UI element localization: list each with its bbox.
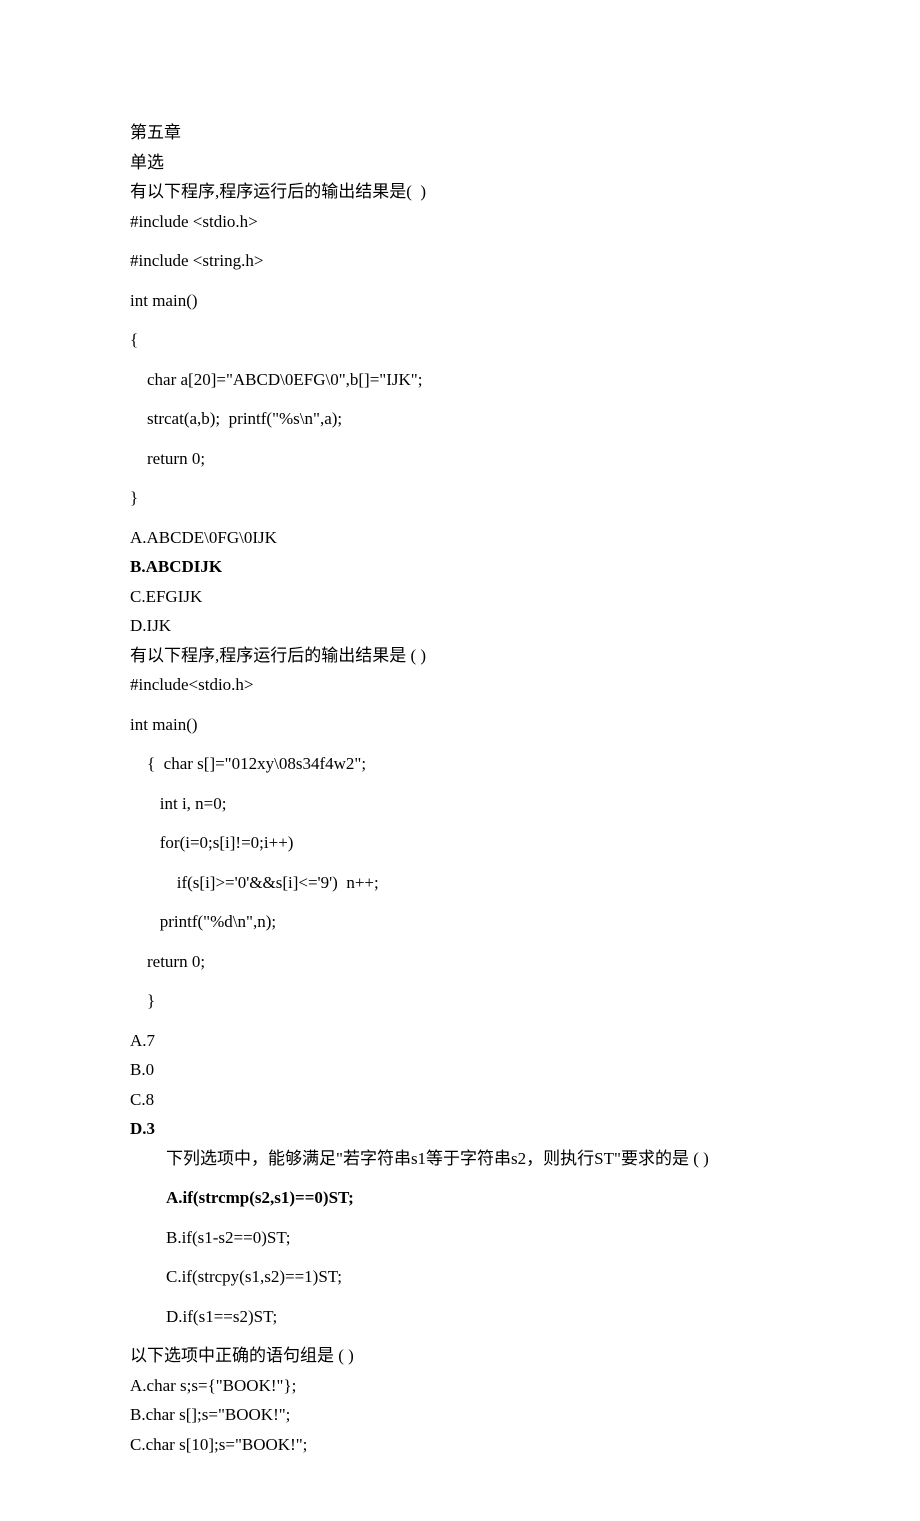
- q1-option-c: C.EFGIJK: [130, 584, 790, 610]
- q1-prompt-block: 有以下程序,程序运行后的输出结果是( ): [130, 179, 790, 205]
- code-line: }: [130, 485, 790, 511]
- code-line: #include<stdio.h>: [130, 672, 790, 698]
- header-block: 第五章 单选: [130, 120, 790, 175]
- code-line: #include <stdio.h>: [130, 209, 790, 235]
- code-line: for(i=0;s[i]!=0;i++): [130, 830, 790, 856]
- code-line: return 0;: [130, 949, 790, 975]
- q2-code-block: #include<stdio.h> int main() { char s[]=…: [130, 672, 790, 1014]
- q4-prompt: 以下选项中正确的语句组是 ( ): [130, 1343, 790, 1369]
- code-line: if(s[i]>='0'&&s[i]<='9') n++;: [130, 870, 790, 896]
- q3-option-c: C.if(strcpy(s1,s2)==1)ST;: [130, 1264, 790, 1290]
- q2-options: A.7 B.0 C.8 D.3: [130, 1028, 790, 1142]
- q1-code-block: #include <stdio.h> #include <string.h> i…: [130, 209, 790, 511]
- document-page: 第五章 单选 有以下程序,程序运行后的输出结果是( ) #include <st…: [0, 0, 920, 1521]
- q2-option-a: A.7: [130, 1028, 790, 1054]
- q3-option-d: D.if(s1==s2)ST;: [130, 1304, 790, 1330]
- q2-option-b: B.0: [130, 1057, 790, 1083]
- code-line: printf("%d\n",n);: [130, 909, 790, 935]
- code-line: char a[20]="ABCD\0EFG\0",b[]="IJK";: [130, 367, 790, 393]
- q4-option-a: A.char s;s={"BOOK!"};: [130, 1373, 790, 1399]
- q3-option-b: B.if(s1-s2==0)ST;: [130, 1225, 790, 1251]
- q1-option-a: A.ABCDE\0FG\0IJK: [130, 525, 790, 551]
- code-line: int main(): [130, 288, 790, 314]
- q2-option-c: C.8: [130, 1087, 790, 1113]
- q1-options: A.ABCDE\0FG\0IJK B.ABCDIJK C.EFGIJK D.IJ…: [130, 525, 790, 639]
- code-line: return 0;: [130, 446, 790, 472]
- q3-prompt: 下列选项中，能够满足"若字符串s1等于字符串s2，则执行ST"要求的是 ( ): [130, 1146, 790, 1172]
- q2-option-d: D.3: [130, 1116, 790, 1142]
- section-label: 单选: [130, 150, 790, 176]
- q4-option-b: B.char s[];s="BOOK!";: [130, 1402, 790, 1428]
- code-line: #include <string.h>: [130, 248, 790, 274]
- q1-prompt: 有以下程序,程序运行后的输出结果是( ): [130, 179, 790, 205]
- code-line: int main(): [130, 712, 790, 738]
- q2-prompt-block: 有以下程序,程序运行后的输出结果是 ( ): [130, 643, 790, 669]
- q2-prompt: 有以下程序,程序运行后的输出结果是 ( ): [130, 643, 790, 669]
- q1-option-b: B.ABCDIJK: [130, 554, 790, 580]
- code-line: { char s[]="012xy\08s34f4w2";: [130, 751, 790, 777]
- q4-block: 以下选项中正确的语句组是 ( ) A.char s;s={"BOOK!"}; B…: [130, 1343, 790, 1457]
- q3-block: 下列选项中，能够满足"若字符串s1等于字符串s2，则执行ST"要求的是 ( ) …: [130, 1146, 790, 1330]
- chapter-title: 第五章: [130, 120, 790, 146]
- code-line: {: [130, 327, 790, 353]
- code-line: }: [130, 988, 790, 1014]
- q1-option-d: D.IJK: [130, 613, 790, 639]
- code-line: strcat(a,b); printf("%s\n",a);: [130, 406, 790, 432]
- q3-option-a: A.if(strcmp(s2,s1)==0)ST;: [130, 1185, 790, 1211]
- q4-option-c: C.char s[10];s="BOOK!";: [130, 1432, 790, 1458]
- code-line: int i, n=0;: [130, 791, 790, 817]
